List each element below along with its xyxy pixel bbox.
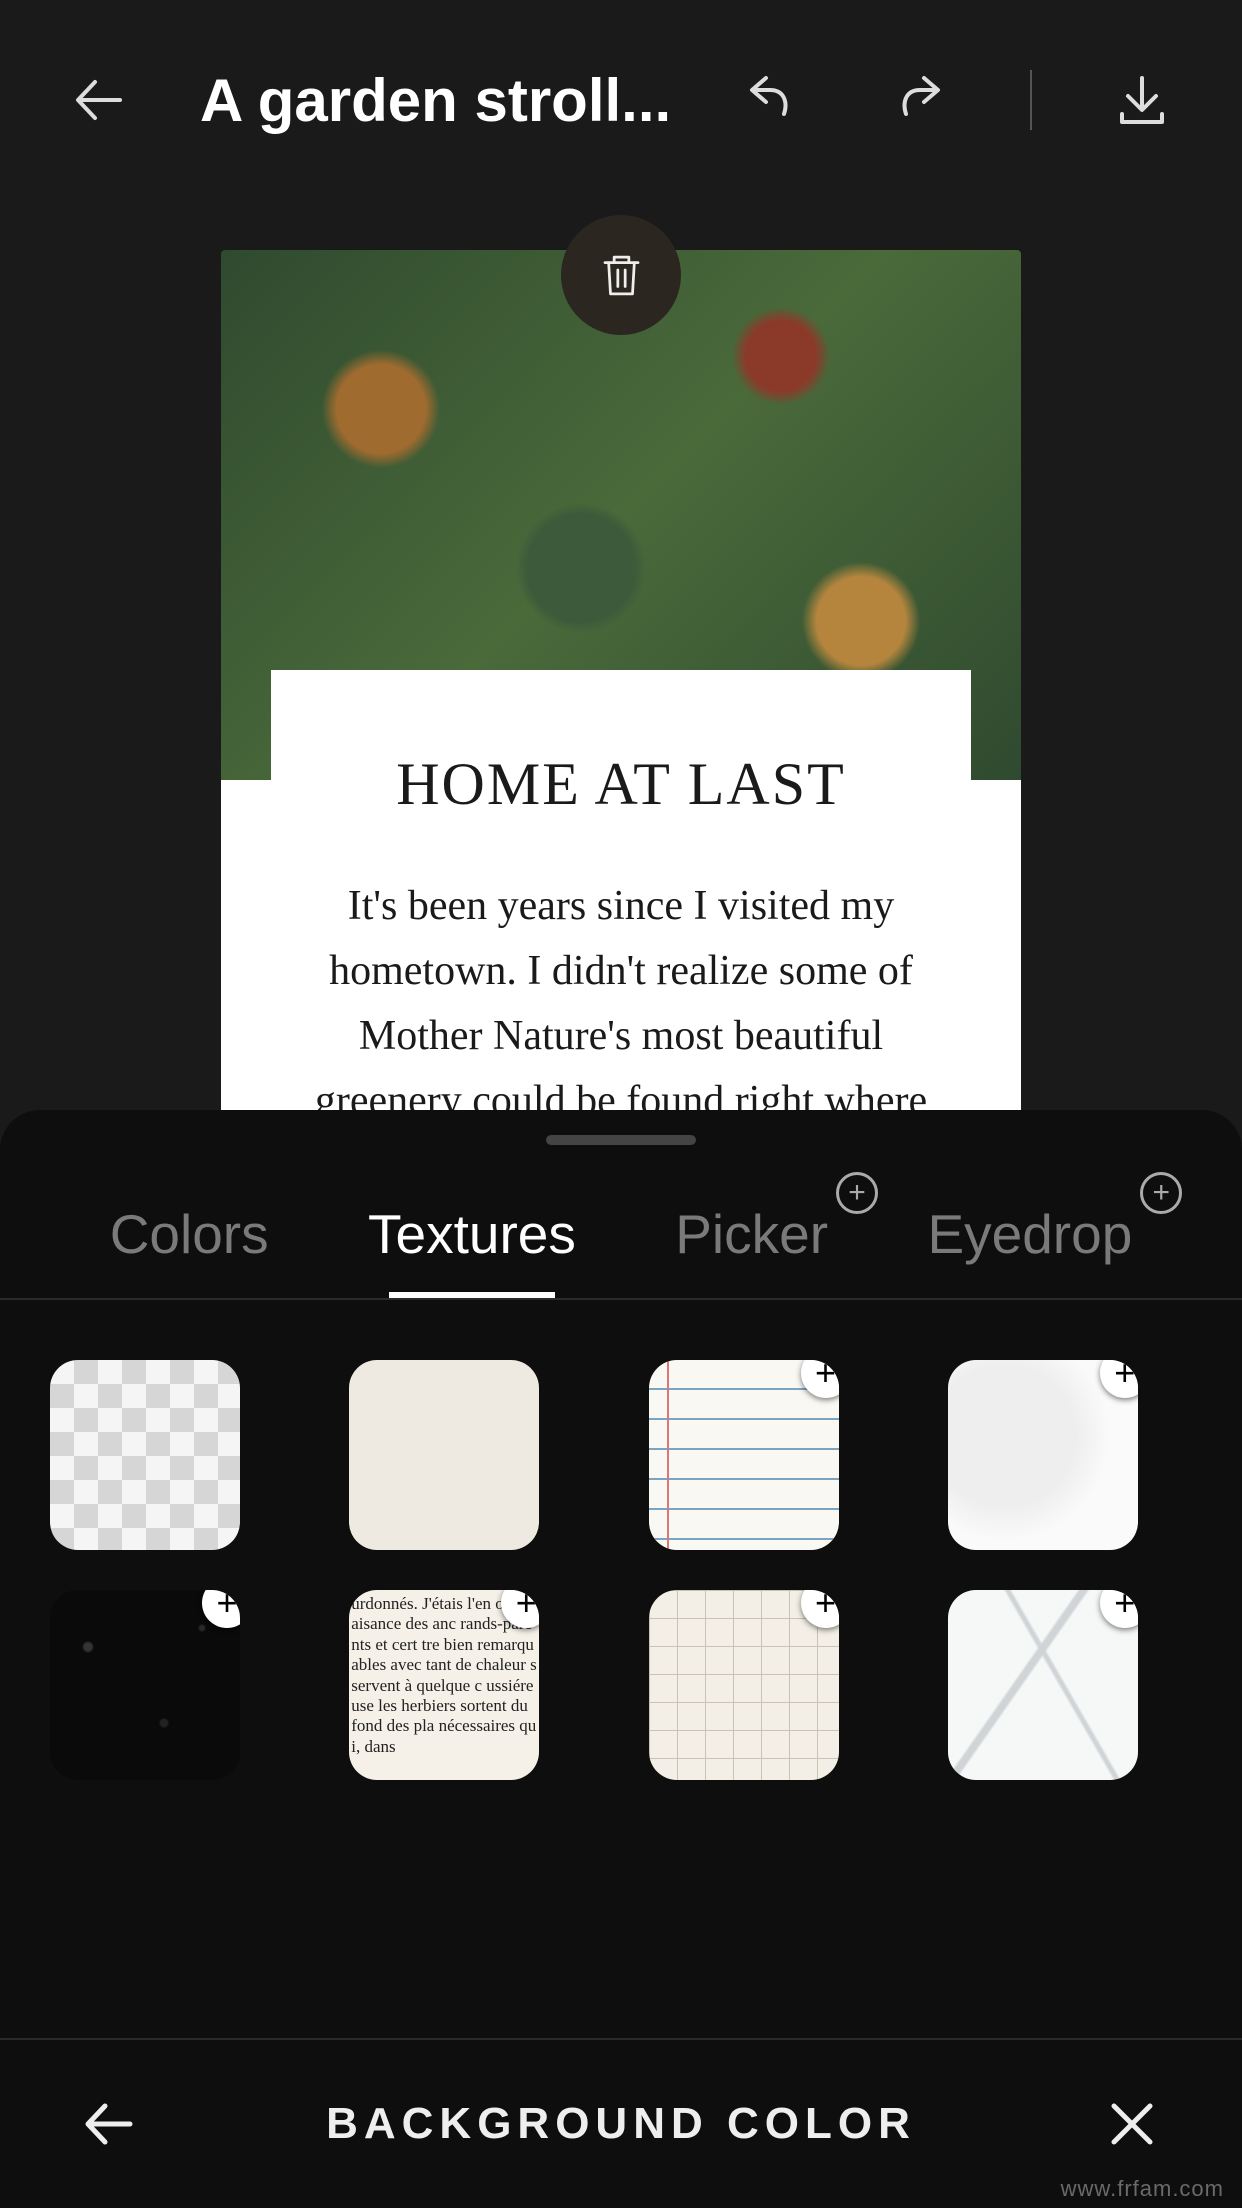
tab-eyedrop[interactable]: Eyedrop + [927,1172,1132,1296]
arrow-left-icon [70,70,130,130]
sheet-back-button[interactable] [70,2084,150,2164]
undo-icon [740,70,800,130]
download-button[interactable] [1102,60,1182,140]
texture-newsprint[interactable]: urdonnés. J'étais l'en omplaisance des a… [349,1590,539,1780]
sheet-title: BACKGROUND COLOR [326,2099,916,2149]
premium-plus-icon: + [1100,1360,1138,1398]
tab-textures[interactable]: Textures [368,1172,576,1296]
sheet-grab-handle[interactable] [546,1135,696,1145]
tab-picker[interactable]: Picker + [675,1172,828,1296]
premium-plus-icon: + [202,1590,240,1628]
redo-icon [890,70,950,130]
header-divider [1030,70,1032,130]
card-heading[interactable]: HOME AT LAST [311,750,931,819]
sheet-bottom-bar: BACKGROUND COLOR [0,2038,1242,2208]
tab-label: Eyedrop [927,1203,1132,1265]
texture-marble-vein[interactable]: + [948,1590,1138,1780]
background-color-sheet: Colors Textures Picker + Eyedrop + + + +… [0,1110,1242,2208]
tab-colors[interactable]: Colors [110,1172,269,1296]
project-title: A garden stroll... [200,66,730,135]
arrow-left-icon [80,2094,140,2154]
premium-plus-icon: + [1140,1172,1182,1214]
watermark: www.frfam.com [1061,2176,1224,2202]
premium-plus-icon: + [1100,1590,1138,1628]
redo-button[interactable] [880,60,960,140]
trash-icon [594,248,649,303]
texture-cream[interactable] [349,1360,539,1550]
texture-grid-paper[interactable]: + [649,1590,839,1780]
editor-header: A garden stroll... [0,0,1242,200]
texture-transparent[interactable] [50,1360,240,1550]
premium-plus-icon: + [836,1172,878,1214]
premium-plus-icon: + [801,1360,839,1398]
header-actions [730,60,1182,140]
texture-lined-paper[interactable]: + [649,1360,839,1550]
delete-element-button[interactable] [561,215,681,335]
premium-plus-icon: + [801,1590,839,1628]
download-icon [1112,70,1172,130]
texture-grid: + + + urdonnés. J'étais l'en omplaisance… [0,1340,1242,2038]
undo-button[interactable] [730,60,810,140]
back-button[interactable] [60,60,140,140]
close-icon [1102,2094,1162,2154]
texture-marble-light[interactable]: + [948,1360,1138,1550]
tab-label: Picker [675,1203,828,1265]
texture-black-grain[interactable]: + [50,1590,240,1780]
sheet-tabs: Colors Textures Picker + Eyedrop + [0,1170,1242,1300]
sheet-close-button[interactable] [1092,2084,1172,2164]
